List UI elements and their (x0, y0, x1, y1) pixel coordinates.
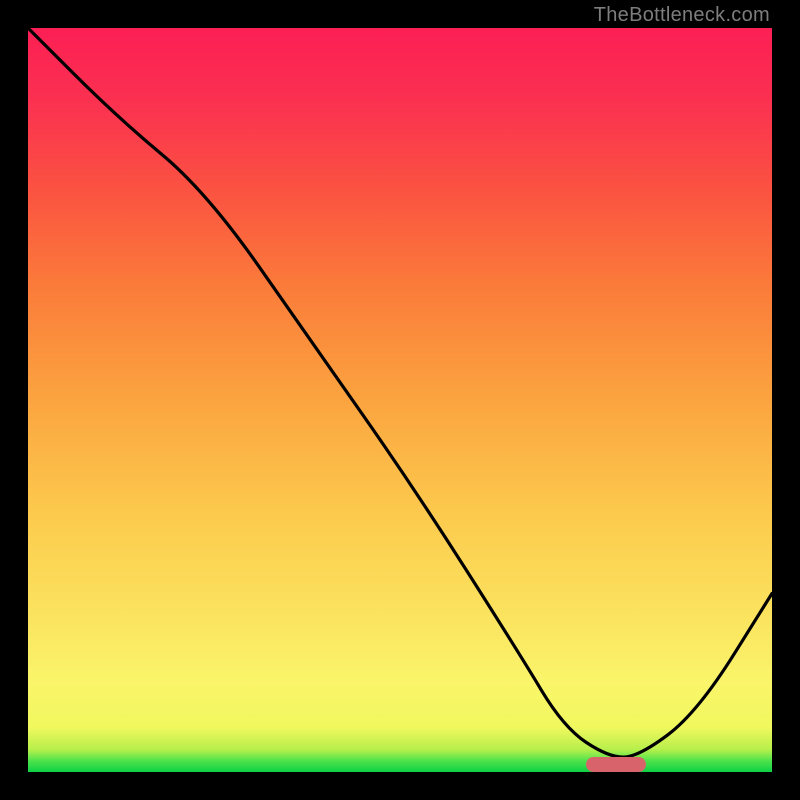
bottleneck-curve (28, 28, 772, 772)
watermark-text: TheBottleneck.com (594, 4, 770, 27)
optimal-range-marker (586, 757, 646, 772)
chart-frame: TheBottleneck.com (0, 0, 800, 800)
plot-area (28, 28, 772, 772)
